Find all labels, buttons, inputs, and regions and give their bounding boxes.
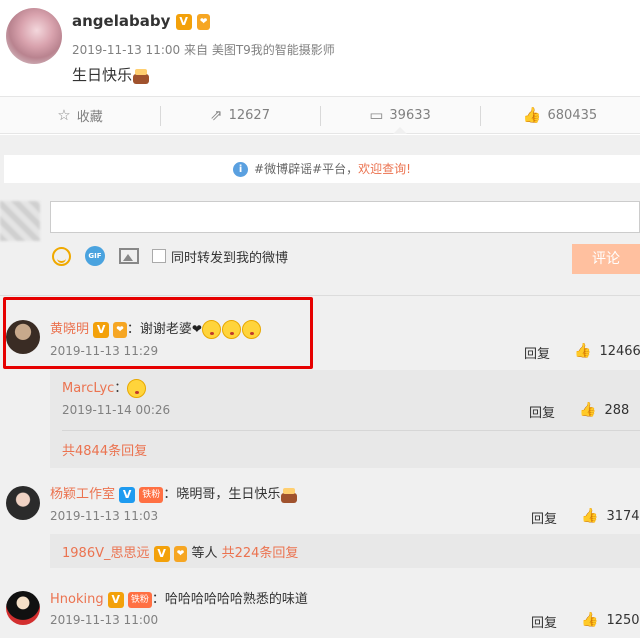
comment-like-button[interactable]: 👍 12502 <box>581 612 640 628</box>
comment-like-button[interactable]: 👍 31749 <box>581 508 640 524</box>
verified-badge-icon: V <box>175 13 192 30</box>
comment-text: ：晓明哥，生日快乐 <box>163 487 281 502</box>
divider <box>62 430 640 431</box>
image-icon <box>119 248 139 264</box>
medal-icon: ❤ <box>196 13 211 30</box>
favorite-button[interactable]: ☆ 收藏 <box>0 97 160 133</box>
verified-badge-icon: V <box>119 486 136 503</box>
reply-text: ： <box>114 381 128 396</box>
divider <box>0 295 640 296</box>
reply-like-count: 288 <box>604 403 630 418</box>
reply-thread: MarcLyc： 2019-11-14 00:26 回复 👍 288 共4844条… <box>50 370 640 468</box>
comment-like-count: 124660 <box>599 344 640 359</box>
post-source-prefix: 来自 <box>183 43 208 57</box>
reply-thread: 1986V_思思远 V ❤ 等人 共224条回复 <box>50 534 640 568</box>
highlight-annotation <box>3 297 313 369</box>
reply-time: 2019-11-14 00:26 <box>62 403 171 417</box>
smiley-icon <box>51 246 71 266</box>
thumbs-up-icon: 👍 <box>581 612 599 628</box>
medal-icon: ❤ <box>173 545 188 562</box>
commenter-name[interactable]: 杨颖工作室 <box>50 487 115 502</box>
notice-text: #微博辟谣#平台， <box>254 162 359 176</box>
comment-input[interactable] <box>50 201 640 233</box>
reply-username[interactable]: 1986V_思思远 <box>62 546 149 561</box>
reply-button[interactable]: 回复 <box>524 343 550 362</box>
thumbs-up-icon: 👍 <box>574 343 592 359</box>
gif-icon: GIF <box>85 246 105 266</box>
comment-line: Hnoking V 铁粉 ：哈哈哈哈哈哈熟悉的味道 <box>50 588 308 608</box>
reply-text: 等人 <box>191 546 218 561</box>
like-button[interactable]: 👍 680435 <box>480 97 640 133</box>
comment-count: 39633 <box>389 107 431 123</box>
post-text-content: 生日快乐 <box>72 66 133 84</box>
star-icon: ☆ <box>57 106 71 124</box>
verified-badge-icon: V <box>107 591 124 608</box>
verified-badge-icon: V <box>153 545 170 562</box>
cake-emoji-icon <box>132 68 150 84</box>
comment-line: 杨颖工作室 V 铁粉 ：晓明哥，生日快乐 <box>50 483 298 503</box>
emoji-button[interactable] <box>50 246 72 266</box>
comment-toolbar: GIF 同时转发到我的微博 <box>50 246 288 266</box>
comment-button[interactable]: ▭ 39633 <box>320 97 480 134</box>
post-username-text[interactable]: angelababy <box>72 12 170 30</box>
comment-time: 2019-11-13 11:00 <box>50 613 159 627</box>
thumbs-up-icon: 👍 <box>581 508 599 524</box>
fan-badge: 铁粉 <box>139 486 164 503</box>
post-text: 生日快乐 <box>72 64 150 85</box>
reply-button[interactable]: 回复 <box>529 402 555 421</box>
comment-time: 2019-11-13 11:03 <box>50 509 159 523</box>
submit-comment-button[interactable]: 评论 <box>572 244 640 274</box>
post-action-bar: ☆ 收藏 ⇗ 12627 ▭ 39633 👍 680435 <box>0 96 640 134</box>
cake-emoji-icon <box>280 487 298 503</box>
smile-emoji-icon <box>127 379 147 398</box>
more-replies-link[interactable]: 共224条回复 <box>222 546 299 561</box>
reply-line: 1986V_思思远 V ❤ 等人 共224条回复 <box>62 542 298 562</box>
current-user-avatar <box>0 201 40 241</box>
commenter-avatar[interactable] <box>6 591 40 625</box>
thumbs-up-icon: 👍 <box>522 106 542 124</box>
comment-like-count: 31749 <box>606 509 640 524</box>
rumor-notice: i #微博辟谣#平台，欢迎查询! <box>4 155 640 183</box>
image-button[interactable] <box>118 246 140 266</box>
repost-count: 12627 <box>228 107 270 123</box>
more-replies-link[interactable]: 共4844条回复 <box>62 440 147 459</box>
reply-button[interactable]: 回复 <box>531 508 557 527</box>
post-meta: 2019-11-13 11:00 来自 美图T9我的智能摄影师 <box>72 41 335 58</box>
comment-like-count: 12502 <box>606 613 640 628</box>
repost-checkbox[interactable] <box>152 249 166 263</box>
weibo-post: angelababy V ❤ 2019-11-13 11:00 来自 美图T9我… <box>0 0 640 96</box>
repost-checkbox-label[interactable]: 同时转发到我的微博 <box>171 247 288 266</box>
info-icon: i <box>233 162 249 177</box>
comment-icon: ▭ <box>369 106 384 124</box>
reply-username[interactable]: MarcLyc <box>62 381 114 396</box>
like-count: 680435 <box>547 107 598 123</box>
commenter-name[interactable]: Hnoking <box>50 592 104 607</box>
repost-button[interactable]: ⇗ 12627 <box>160 97 320 133</box>
reply-like-button[interactable]: 👍 288 <box>579 402 629 418</box>
reply-button[interactable]: 回复 <box>531 612 557 631</box>
post-username[interactable]: angelababy V ❤ <box>72 12 211 30</box>
comment-text: ：哈哈哈哈哈哈熟悉的味道 <box>151 592 308 607</box>
post-timestamp[interactable]: 2019-11-13 11:00 <box>72 43 180 57</box>
share-icon: ⇗ <box>210 106 223 124</box>
reply-line: MarcLyc： <box>62 377 147 398</box>
post-source[interactable]: 美图T9我的智能摄影师 <box>212 43 335 57</box>
post-avatar[interactable] <box>6 8 62 64</box>
thumbs-up-icon: 👍 <box>579 402 597 418</box>
fan-badge: 铁粉 <box>127 591 152 608</box>
favorite-label: 收藏 <box>76 109 103 125</box>
notice-link[interactable]: 欢迎查询! <box>358 162 411 176</box>
comment-like-button[interactable]: 👍 124660 <box>574 343 640 359</box>
commenter-avatar[interactable] <box>6 486 40 520</box>
gif-button[interactable]: GIF <box>84 246 106 266</box>
